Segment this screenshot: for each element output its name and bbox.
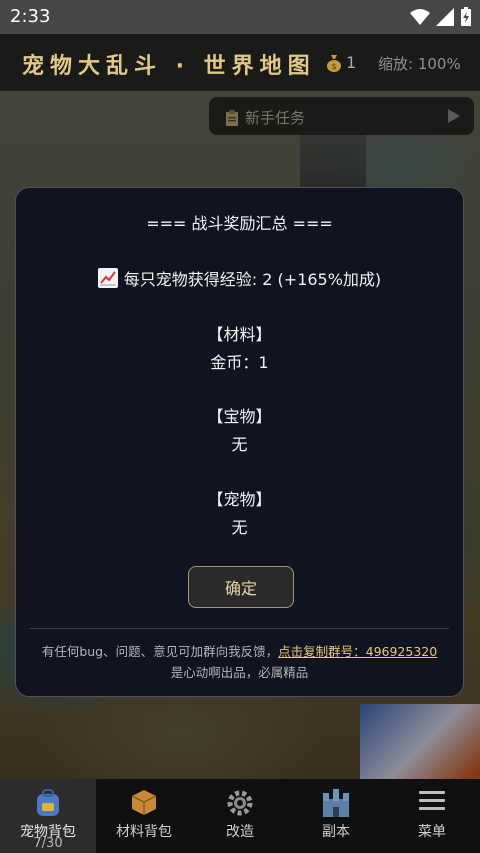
treasure-value: 无 xyxy=(231,435,248,454)
pet-header: 【宠物】 xyxy=(207,490,272,509)
coin-count: 1 xyxy=(346,53,357,72)
menu-icon xyxy=(419,791,445,810)
status-bar: 2:33 xyxy=(0,0,480,34)
copy-group-link[interactable]: 点击复制群号：496925320 xyxy=(278,644,437,659)
bottom-nav: 宠物背包 7/30 材料背包 改造 副本 菜单 xyxy=(0,779,480,853)
nav-material-backpack[interactable]: 材料背包 xyxy=(96,779,192,853)
money-bag-icon: $ xyxy=(327,54,341,72)
status-time: 2:33 xyxy=(10,6,51,27)
exp-text: 每只宠物获得经验: 2 (+165%加成) xyxy=(123,270,382,289)
confirm-button[interactable]: 确定 xyxy=(188,566,294,608)
feedback-prefix: 有任何bug、问题、意见可加群向我反馈， xyxy=(41,644,279,659)
wifi-icon xyxy=(410,9,430,25)
page-title: 宠物大乱斗 · 世界地图 xyxy=(22,54,316,79)
nav-menu[interactable]: 菜单 xyxy=(384,779,480,853)
signal-icon xyxy=(436,8,454,26)
nav-label: 副本 xyxy=(322,824,350,840)
nav-dungeon[interactable]: 副本 xyxy=(288,779,384,853)
nav-label: 菜单 xyxy=(418,824,446,840)
coin-counter: $ 1 xyxy=(326,53,356,72)
exp-row: 每只宠物获得经验: 2 (+165%加成) xyxy=(16,266,463,290)
box-icon xyxy=(131,790,157,815)
dialog-title: === 战斗奖励汇总 === xyxy=(146,214,333,233)
nav-pet-backpack[interactable]: 宠物背包 7/30 xyxy=(0,779,96,853)
backpack-icon xyxy=(37,789,59,816)
materials-value: 金币：1 xyxy=(210,353,269,372)
feedback-text: 有任何bug、问题、意见可加群向我反馈，点击复制群号：496925320 xyxy=(16,641,463,660)
gear-icon xyxy=(227,790,253,816)
treasure-header: 【宝物】 xyxy=(207,407,272,426)
credit-text: 是心动啊出品，必属精品 xyxy=(170,665,309,680)
battery-icon xyxy=(461,7,471,26)
svg-text:$: $ xyxy=(331,62,336,71)
nav-label: 材料背包 xyxy=(116,824,172,840)
nav-modify[interactable]: 改造 xyxy=(192,779,288,853)
top-header: 宠物大乱斗 · 世界地图 $ 1 缩放: 100% xyxy=(0,34,480,91)
battle-reward-dialog: === 战斗奖励汇总 === 每只宠物获得经验: 2 (+165%加成) 【材料… xyxy=(15,187,464,697)
chart-increasing-icon xyxy=(97,268,118,288)
castle-icon xyxy=(323,789,349,817)
pet-count: 7/30 xyxy=(33,836,63,851)
nav-label: 改造 xyxy=(226,824,254,840)
status-icons xyxy=(410,7,472,27)
pet-value: 无 xyxy=(231,518,248,537)
divider xyxy=(30,628,449,629)
zoom-level: 缩放: 100% xyxy=(378,55,461,73)
materials-header: 【材料】 xyxy=(207,325,272,344)
